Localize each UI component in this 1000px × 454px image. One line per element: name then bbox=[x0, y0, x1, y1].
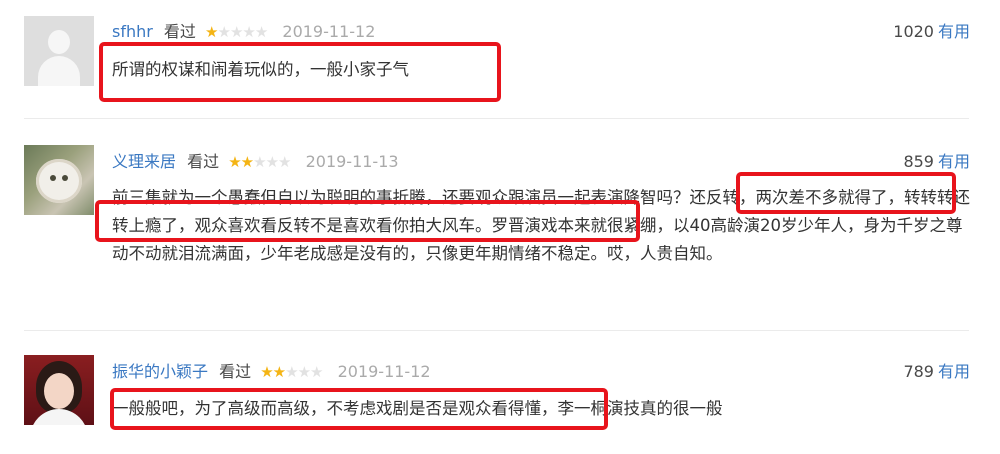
star-icon: ★ bbox=[253, 153, 266, 171]
rating-stars: ★★★★★ bbox=[260, 363, 323, 381]
useful-button[interactable]: 有用 bbox=[938, 22, 970, 41]
comment-date: 2019-11-12 bbox=[337, 362, 431, 381]
star-icon: ★ bbox=[272, 363, 286, 381]
cat-avatar[interactable] bbox=[24, 145, 94, 215]
comment-date: 2019-11-12 bbox=[282, 22, 376, 41]
star-icon: ★ bbox=[205, 23, 218, 41]
highlight-box bbox=[95, 200, 640, 242]
username-link[interactable]: 振华的小颖子 bbox=[112, 362, 208, 381]
comment-date: 2019-11-13 bbox=[305, 152, 399, 171]
highlight-box bbox=[736, 172, 956, 214]
watch-status: 看过 bbox=[187, 152, 220, 171]
vote-number: 859 bbox=[903, 152, 934, 171]
star-icon: ★ bbox=[240, 153, 254, 171]
star-icon: ★ bbox=[217, 23, 230, 41]
comment-meta: 振华的小颖子 看过 ★★★★★ 2019-11-12 bbox=[112, 360, 431, 384]
vote-count: 789 有用 bbox=[903, 360, 970, 384]
username-link[interactable]: 义理来居 bbox=[112, 152, 176, 171]
vote-number: 1020 bbox=[893, 22, 934, 41]
star-icon: ★ bbox=[229, 23, 243, 41]
useful-button[interactable]: 有用 bbox=[938, 152, 970, 171]
default-user-icon bbox=[48, 30, 70, 54]
useful-button[interactable]: 有用 bbox=[938, 362, 970, 381]
star-icon: ★ bbox=[278, 153, 291, 171]
vote-count: 1020 有用 bbox=[893, 20, 970, 44]
star-icon: ★ bbox=[285, 363, 298, 381]
user-avatar[interactable] bbox=[24, 16, 94, 86]
rating-stars: ★★★★★ bbox=[205, 23, 268, 41]
comment-meta: 义理来居 看过 ★★★★★ 2019-11-13 bbox=[112, 150, 399, 174]
watch-status: 看过 bbox=[219, 362, 252, 381]
star-icon: ★ bbox=[228, 153, 241, 171]
highlight-box bbox=[99, 42, 501, 102]
star-icon: ★ bbox=[260, 363, 273, 381]
comment-meta: sfhhr 看过 ★★★★★ 2019-11-12 bbox=[112, 20, 375, 44]
divider bbox=[24, 118, 969, 119]
star-icon: ★ bbox=[265, 153, 279, 171]
vote-count: 859 有用 bbox=[903, 150, 970, 174]
highlight-box bbox=[110, 388, 608, 430]
watch-status: 看过 bbox=[163, 22, 196, 41]
star-icon: ★ bbox=[242, 23, 255, 41]
divider bbox=[24, 330, 969, 331]
rating-stars: ★★★★★ bbox=[228, 153, 291, 171]
portrait-avatar[interactable] bbox=[24, 355, 94, 425]
username-link[interactable]: sfhhr bbox=[112, 22, 153, 41]
star-icon: ★ bbox=[297, 363, 311, 381]
star-icon: ★ bbox=[310, 363, 323, 381]
star-icon: ★ bbox=[254, 23, 268, 41]
vote-number: 789 bbox=[903, 362, 934, 381]
